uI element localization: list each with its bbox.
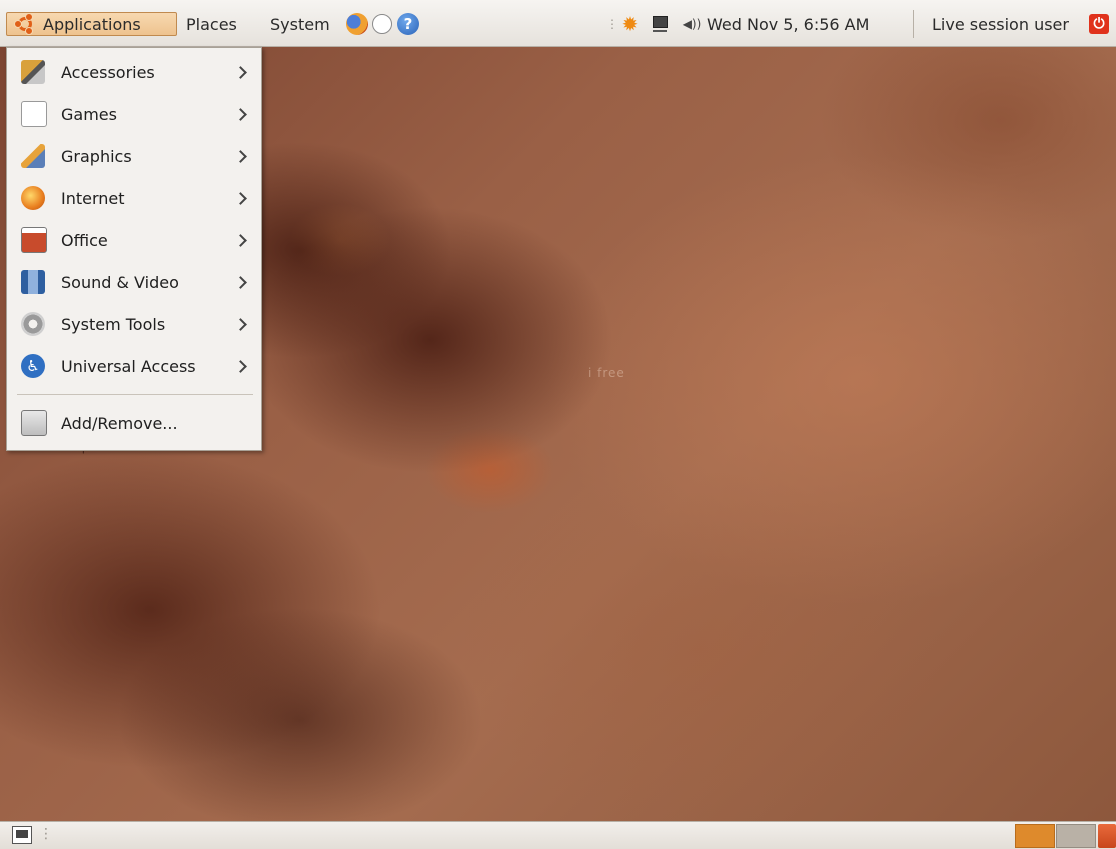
chevron-right-icon [234,150,247,163]
add-remove-icon [21,410,47,436]
volume-icon[interactable]: ◀)) [682,14,702,34]
chevron-right-icon [234,360,247,373]
network-icon[interactable] [650,14,670,34]
graphics-icon [21,144,45,168]
menu-item-accessories[interactable]: Accessories [8,53,260,91]
menu-item-games[interactable]: Games [8,95,260,133]
menu-item-label: Universal Access [61,356,196,376]
chevron-right-icon [234,234,247,247]
top-panel: Applications Places System ? ⋮ ✹ ◀)) Wed… [0,0,1116,47]
trash-icon[interactable] [1098,824,1116,848]
applications-menu-label: Applications [43,14,141,34]
chevron-right-icon [234,66,247,79]
ubuntu-logo-icon [14,13,35,35]
user-switcher[interactable]: Live session user [932,12,1069,36]
menu-item-label: Games [61,104,117,124]
chevron-right-icon [234,108,247,121]
universal-access-icon: ♿ [21,354,45,378]
accessories-icon [21,60,45,84]
places-menu[interactable]: Places [186,12,237,36]
screen: i free Examples Applications Places Syst… [0,0,1116,849]
menu-item-add-remove[interactable]: Add/Remove... [8,404,260,442]
firefox-icon[interactable] [346,13,368,35]
tray-drag-handle[interactable]: ⋮ [606,14,618,34]
power-icon[interactable]: ⏻ [1089,14,1109,34]
menu-item-label: Office [61,230,108,250]
menu-item-label: Graphics [61,146,132,166]
update-notifier-icon[interactable]: ✹ [619,14,641,34]
menu-item-office[interactable]: Office [8,221,260,259]
internet-icon [21,186,45,210]
office-icon [21,227,47,253]
chevron-right-icon [234,192,247,205]
panel-separator [913,10,914,38]
chevron-right-icon [234,318,247,331]
menu-item-system-tools[interactable]: System Tools [8,305,260,343]
wallpaper-watermark: i free [588,366,625,380]
menu-item-label: Internet [61,188,125,208]
applications-dropdown: Accessories Games Graphics Internet Offi… [6,47,262,451]
clock[interactable]: Wed Nov 5, 6:56 AM [707,12,869,36]
bottom-panel: ⋮ [0,821,1116,849]
menu-item-universal-access[interactable]: ♿ Universal Access [8,347,260,385]
menu-item-label: Accessories [61,62,155,82]
chevron-right-icon [234,276,247,289]
system-menu[interactable]: System [270,12,330,36]
menu-item-sound-video[interactable]: Sound & Video [8,263,260,301]
menu-item-label: Add/Remove... [61,413,178,433]
show-desktop-icon[interactable] [12,826,32,844]
games-icon [21,101,47,127]
applications-menu[interactable]: Applications [6,12,177,36]
help-icon[interactable]: ? [397,13,419,35]
sound-video-icon [21,270,45,294]
menu-item-label: Sound & Video [61,272,179,292]
menu-item-graphics[interactable]: Graphics [8,137,260,175]
menu-separator [17,394,253,395]
workspace-switcher-2[interactable] [1056,824,1096,848]
menu-item-label: System Tools [61,314,166,334]
mail-icon[interactable] [372,14,392,34]
menu-item-internet[interactable]: Internet [8,179,260,217]
workspace-switcher-1[interactable] [1015,824,1055,848]
panel-drag-handle[interactable]: ⋮ [39,826,53,842]
system-tools-icon [21,312,45,336]
